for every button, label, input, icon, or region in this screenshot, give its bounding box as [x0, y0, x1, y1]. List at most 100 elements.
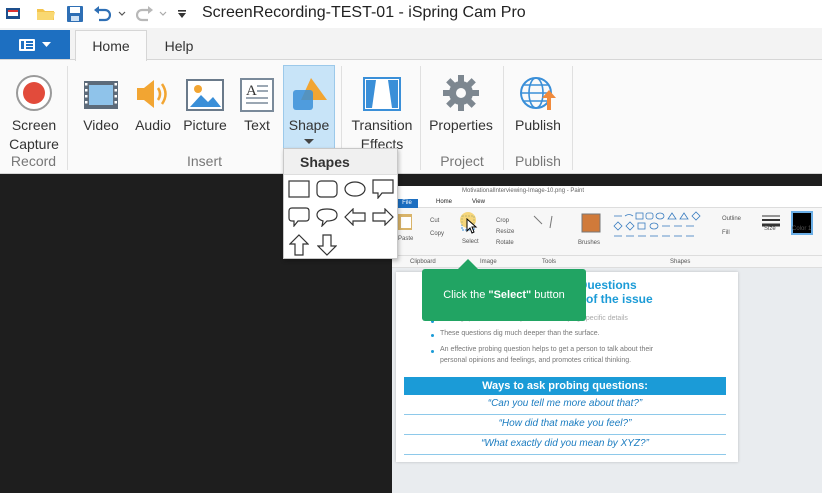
shapes-dropdown: Shapes: [283, 148, 398, 259]
group-label-record: Record: [10, 153, 57, 169]
left-arrow-shape-icon[interactable]: [342, 204, 368, 230]
group-label-project: Project: [440, 153, 484, 169]
paint-outline: Outline: [722, 216, 742, 222]
transition-effects-button[interactable]: Transition Effects: [348, 68, 416, 154]
record-icon: [15, 68, 53, 112]
video-label: Video: [83, 117, 119, 133]
tooltip-prefix: Click the: [443, 289, 486, 301]
video-button[interactable]: Video: [78, 68, 124, 135]
paint-group-image: Image: [480, 259, 497, 265]
publish-button[interactable]: Publish: [510, 68, 566, 135]
paint-tab-view: View: [472, 199, 485, 205]
paint-ribbon-art: [398, 211, 813, 237]
probing-questions-banner: Ways to ask probing questions:: [404, 377, 726, 395]
text-label: Text: [244, 117, 270, 133]
speaker-icon: [134, 68, 172, 112]
bullet-dot: [431, 350, 434, 353]
slide-title-line2: of the issue: [586, 292, 653, 306]
shapes-heading: Shapes: [284, 149, 397, 175]
app-icon[interactable]: [3, 4, 23, 24]
question-3: “What exactly did you mean by XYZ?”: [481, 438, 649, 449]
paint-ribbon: Paste Cut Copy Crop Resize Rotate Select…: [392, 208, 822, 256]
audio-label: Audio: [135, 117, 171, 133]
shape-button[interactable]: Shape: [284, 68, 334, 145]
paint-group-shapes: Shapes: [670, 259, 691, 265]
bullet-4: personal opinions and feelings, and prom…: [440, 357, 632, 364]
title-bar: ScreenRecording-TEST-01 - iSpring Cam Pr…: [0, 0, 822, 28]
save-icon[interactable]: [65, 4, 85, 24]
audio-button[interactable]: Audio: [131, 68, 175, 135]
question-1: “Can you tell me more about that?”: [487, 398, 643, 409]
transition-icon: [362, 68, 402, 112]
properties-button[interactable]: Properties: [426, 68, 496, 135]
window-title: ScreenRecording-TEST-01 - iSpring Cam Pr…: [202, 4, 526, 21]
tooltip-strong: "Select": [488, 289, 532, 301]
paint-file-tab: File: [396, 199, 418, 208]
tooltip-arrow: [458, 259, 478, 269]
chevron-down-icon: [42, 41, 51, 47]
customize-icon[interactable]: [174, 4, 190, 24]
redo-icon[interactable]: [135, 4, 155, 24]
svg-text:A: A: [246, 83, 257, 99]
rounded-callout-shape-icon[interactable]: [286, 204, 312, 230]
paint-rotate: Rotate: [496, 240, 514, 246]
question-divider: [404, 434, 726, 435]
paint-brushes: Brushes: [578, 240, 601, 246]
group-label-publish: Publish: [515, 153, 561, 169]
screen-capture-label: Screen Capture: [9, 117, 59, 152]
paint-resize: Resize: [496, 229, 515, 235]
properties-label: Properties: [429, 117, 493, 133]
right-arrow-shape-icon[interactable]: [370, 204, 396, 230]
paint-copy: Copy: [430, 231, 445, 237]
paint-group-labels: Clipboard Image Tools Shapes Size Color …: [392, 226, 822, 268]
paint-fill: Fill: [722, 230, 730, 236]
tab-home[interactable]: Home: [75, 30, 147, 61]
group-separator: [572, 66, 573, 170]
shape-label: Shape: [288, 117, 330, 133]
question-divider: [404, 454, 726, 455]
paint-titlebar: MotivationalInterviewing-Image-10.png - …: [392, 186, 822, 198]
film-icon: [83, 68, 119, 112]
paint-select: Select: [462, 239, 479, 245]
tab-help[interactable]: Help: [150, 30, 208, 61]
ellipse-shape-icon[interactable]: [342, 176, 368, 202]
text-button[interactable]: A Text: [236, 68, 278, 135]
question-2: “How did that make you feel?”: [498, 418, 632, 429]
screen-capture-button[interactable]: Screen Capture: [6, 68, 62, 154]
shapes-icon: [289, 68, 329, 112]
rectangle-shape-icon[interactable]: [286, 176, 312, 202]
question-divider: [404, 414, 726, 415]
undo-dropdown-icon[interactable]: [116, 4, 128, 24]
paint-tab-home: Home: [436, 199, 453, 205]
bullet-2: These questions dig much deeper than the…: [440, 330, 600, 337]
paint-window-title: MotivationalInterviewing-Image-10.png - …: [462, 188, 585, 194]
picture-icon: [186, 68, 224, 112]
down-arrow-shape-icon[interactable]: [314, 232, 340, 258]
up-arrow-shape-icon[interactable]: [286, 232, 312, 258]
picture-label: Picture: [183, 117, 227, 133]
tooltip-suffix: button: [534, 289, 565, 301]
picture-button[interactable]: Picture: [181, 68, 229, 135]
open-folder-icon[interactable]: [36, 4, 56, 24]
mouse-cursor-icon: [466, 218, 478, 234]
paint-crop: Crop: [496, 218, 510, 224]
paint-group-tools: Tools: [542, 259, 557, 265]
rectangular-callout-shape-icon[interactable]: [370, 176, 396, 202]
bullet-dot: [431, 334, 434, 337]
publish-label: Publish: [515, 117, 561, 133]
oval-callout-shape-icon[interactable]: [314, 204, 340, 230]
slide-title-line1: Questions: [578, 278, 637, 292]
paint-group-clipboard: Clipboard: [410, 259, 436, 265]
rounded-rectangle-shape-icon[interactable]: [314, 176, 340, 202]
click-select-tooltip[interactable]: Click the "Select" button: [422, 269, 586, 321]
publish-globe-icon: [518, 68, 558, 112]
redo-dropdown-icon[interactable]: [157, 4, 169, 24]
paint-group-size: Size: [764, 226, 776, 232]
gear-icon: [442, 68, 480, 112]
file-menu-button[interactable]: [0, 30, 70, 59]
paint-cut: Cut: [430, 218, 440, 224]
bullet-3: An effective probing question helps to g…: [440, 346, 654, 353]
paint-paste: Paste: [398, 236, 414, 242]
undo-icon[interactable]: [92, 4, 112, 24]
menu-icon: [19, 38, 35, 51]
